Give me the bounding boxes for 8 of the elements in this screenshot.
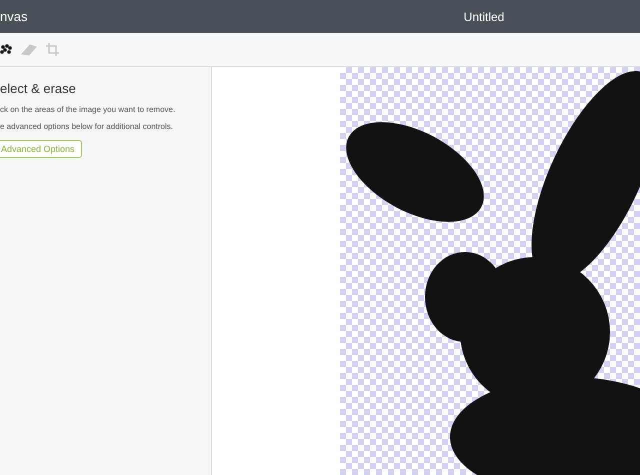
advanced-options-button[interactable]: Advanced Options	[0, 140, 82, 158]
instruction-text: e advanced options below for additional controls.	[0, 122, 174, 131]
crop-icon[interactable]	[46, 43, 59, 56]
eraser-icon[interactable]	[21, 44, 37, 56]
window-title: Untitled	[462, 10, 506, 24]
panel-heading: elect & erase	[0, 81, 77, 96]
app-title: nvas	[0, 9, 28, 24]
instruction-text: ck on the areas of the image you want to remove.	[0, 105, 176, 114]
